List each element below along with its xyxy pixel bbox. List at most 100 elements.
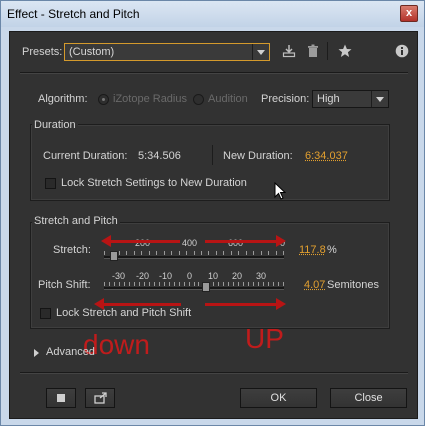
pitch-slider-track[interactable] (104, 287, 284, 290)
pitch-slider-thumb[interactable] (201, 282, 210, 292)
precision-label: Precision: (261, 93, 310, 105)
current-duration-value: 5:34.506 (138, 150, 181, 162)
slider-tick (114, 282, 115, 286)
slider-tick (258, 282, 259, 286)
slider-tick (261, 251, 262, 255)
stretch-slider-thumb[interactable] (109, 251, 118, 261)
expand-triangle-icon[interactable] (34, 349, 39, 357)
pitch-tick-label: -30 (112, 271, 126, 281)
effect-dialog-window: Effect - Stretch and Pitch x Presets: (C… (0, 0, 425, 426)
slider-tick (278, 282, 279, 286)
loop-export-button[interactable] (85, 388, 115, 408)
slider-tick (184, 282, 185, 286)
slider-tick (109, 282, 110, 286)
annotation-up-text: UP (245, 323, 284, 354)
precision-dropdown[interactable]: High (312, 90, 389, 108)
slider-tick (283, 282, 284, 286)
annotation-arrow-right-icon (276, 298, 286, 310)
slider-tick (194, 282, 195, 286)
stretch-slider-track[interactable] (104, 256, 284, 259)
slider-tick (141, 251, 142, 255)
stretch-slider-ticks (104, 251, 284, 255)
annotation-line (205, 303, 277, 306)
close-button[interactable]: Close (330, 388, 407, 408)
lock-stretch-pitch-label: Lock Stretch and Pitch Shift (56, 307, 192, 319)
slider-tick (243, 282, 244, 286)
stretch-unit: % (327, 244, 337, 256)
new-duration-label: New Duration: (223, 150, 293, 162)
slider-tick (248, 282, 249, 286)
precision-value: High (317, 93, 340, 105)
save-preset-icon[interactable] (282, 44, 296, 58)
stop-button[interactable] (46, 388, 76, 408)
slider-tick (144, 282, 145, 286)
stop-icon (57, 394, 65, 402)
slider-tick (253, 251, 254, 255)
presets-label: Presets: (22, 46, 63, 58)
slider-tick (228, 282, 229, 286)
info-icon[interactable] (395, 44, 409, 58)
title-bar[interactable]: Effect - Stretch and Pitch x (1, 1, 424, 27)
duration-divider (212, 145, 213, 165)
pitch-unit: Semitones (327, 279, 379, 291)
slider-tick (174, 282, 175, 286)
slider-tick (194, 251, 195, 255)
duration-group-title: Duration (32, 119, 78, 131)
annotation-line (110, 240, 180, 243)
slider-tick (268, 251, 269, 255)
slider-tick (276, 251, 277, 255)
algorithm-radio-izotope[interactable] (98, 94, 109, 105)
new-duration-value[interactable]: 6:34.037 (305, 150, 348, 162)
slider-tick (119, 251, 120, 255)
presets-separator (20, 72, 408, 74)
slider-tick (218, 282, 219, 286)
slider-tick (129, 282, 130, 286)
footer-separator (20, 372, 408, 374)
slider-tick (126, 251, 127, 255)
window-title: Effect - Stretch and Pitch (7, 7, 140, 21)
delete-preset-icon[interactable] (306, 44, 320, 58)
slider-tick (104, 282, 105, 286)
slider-tick (149, 282, 150, 286)
annotation-line (205, 240, 277, 243)
stretch-value[interactable]: 117.8 (299, 244, 326, 256)
pitch-slider-ticks (104, 282, 284, 286)
slider-tick (283, 251, 284, 255)
favorite-star-icon[interactable] (338, 44, 352, 58)
presets-dropdown[interactable]: (Custom) (64, 43, 270, 61)
slider-tick (104, 251, 105, 255)
pitch-tick-label: 30 (256, 271, 267, 281)
slider-tick (119, 282, 120, 286)
current-duration-label: Current Duration: (43, 150, 128, 162)
slider-tick (198, 282, 199, 286)
algorithm-option-audition: Audition (208, 93, 248, 105)
slider-tick (273, 282, 274, 286)
chevron-down-icon (371, 91, 388, 107)
annotation-arrow-right-icon (276, 235, 286, 247)
algorithm-option-izotope: iZotope Radius (113, 93, 187, 105)
toolbar-divider (327, 42, 328, 60)
presets-value: (Custom) (69, 46, 115, 58)
advanced-label[interactable]: Advanced (46, 346, 95, 358)
slider-tick (253, 282, 254, 286)
window-close-button[interactable]: x (400, 5, 418, 22)
pitch-shift-label: Pitch Shift: (38, 279, 91, 291)
slider-tick (169, 282, 170, 286)
slider-tick (223, 282, 224, 286)
slider-tick (201, 251, 202, 255)
slider-tick (216, 251, 217, 255)
chevron-down-icon (252, 44, 269, 60)
slider-tick (164, 251, 165, 255)
pitch-tick-label: -20 (136, 271, 150, 281)
lock-stretch-duration-checkbox[interactable] (45, 178, 56, 189)
slider-tick (213, 282, 214, 286)
algorithm-radio-audition[interactable] (193, 94, 204, 105)
slider-tick (149, 251, 150, 255)
ok-button[interactable]: OK (240, 388, 317, 408)
pitch-value[interactable]: 4.07 (304, 279, 325, 291)
slider-tick (233, 282, 234, 286)
stretch-pitch-group-title: Stretch and Pitch (32, 215, 120, 227)
lock-stretch-pitch-checkbox[interactable] (40, 308, 51, 319)
slider-tick (238, 251, 239, 255)
annotation-line (103, 303, 181, 306)
